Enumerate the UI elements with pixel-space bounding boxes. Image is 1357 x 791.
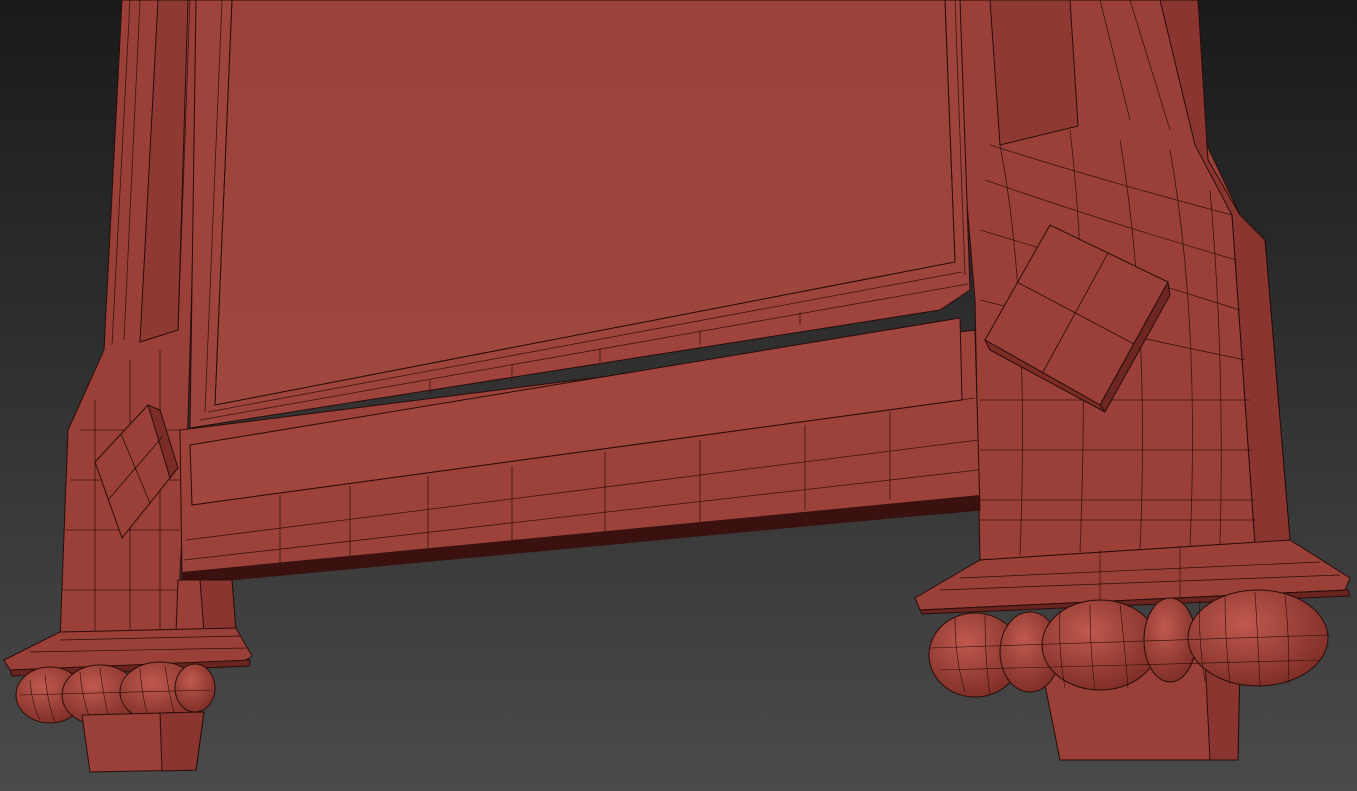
- viewport-3d[interactable]: [0, 0, 1357, 791]
- wireframe-model-render: [0, 0, 1357, 791]
